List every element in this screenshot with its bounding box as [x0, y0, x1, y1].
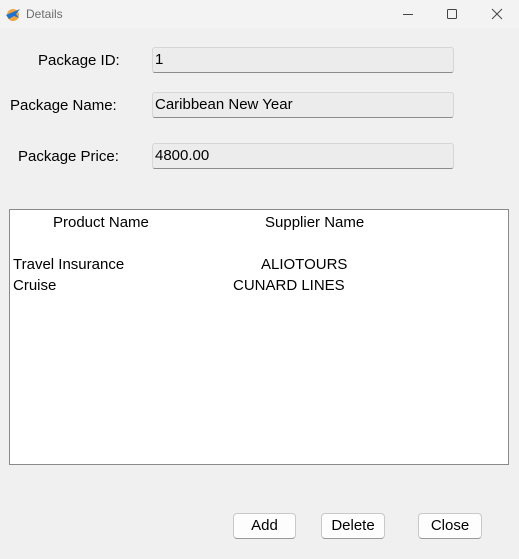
maximize-button[interactable] [429, 0, 475, 28]
list-item-supplier[interactable]: ALIOTOURS [261, 256, 347, 274]
plane-logo-icon [5, 6, 21, 22]
title-bar: Details [0, 0, 519, 28]
product-list[interactable]: Product Name Supplier Name Travel Insura… [9, 209, 509, 465]
minimize-button[interactable] [385, 0, 431, 28]
list-item-product[interactable]: Cruise [13, 277, 56, 295]
close-button[interactable]: Close [418, 513, 482, 539]
column-header-supplier-name[interactable]: Supplier Name [265, 214, 364, 232]
maximize-icon [447, 9, 457, 19]
package-price-field[interactable]: 4800.00 [152, 143, 454, 169]
package-name-label: Package Name: [10, 97, 117, 114]
close-icon [491, 8, 503, 20]
minimize-icon [403, 14, 413, 15]
add-button[interactable]: Add [233, 513, 296, 539]
delete-button[interactable]: Delete [321, 513, 385, 539]
package-id-field[interactable]: 1 [152, 47, 454, 73]
window-title: Details [26, 7, 63, 21]
package-id-label: Package ID: [38, 52, 120, 69]
list-item-product[interactable]: Travel Insurance [13, 256, 124, 274]
package-name-field[interactable]: Caribbean New Year [152, 92, 454, 118]
list-item-supplier[interactable]: CUNARD LINES [233, 277, 345, 295]
close-window-button[interactable] [474, 0, 519, 28]
package-price-label: Package Price: [18, 148, 119, 165]
column-header-product-name[interactable]: Product Name [53, 214, 149, 232]
